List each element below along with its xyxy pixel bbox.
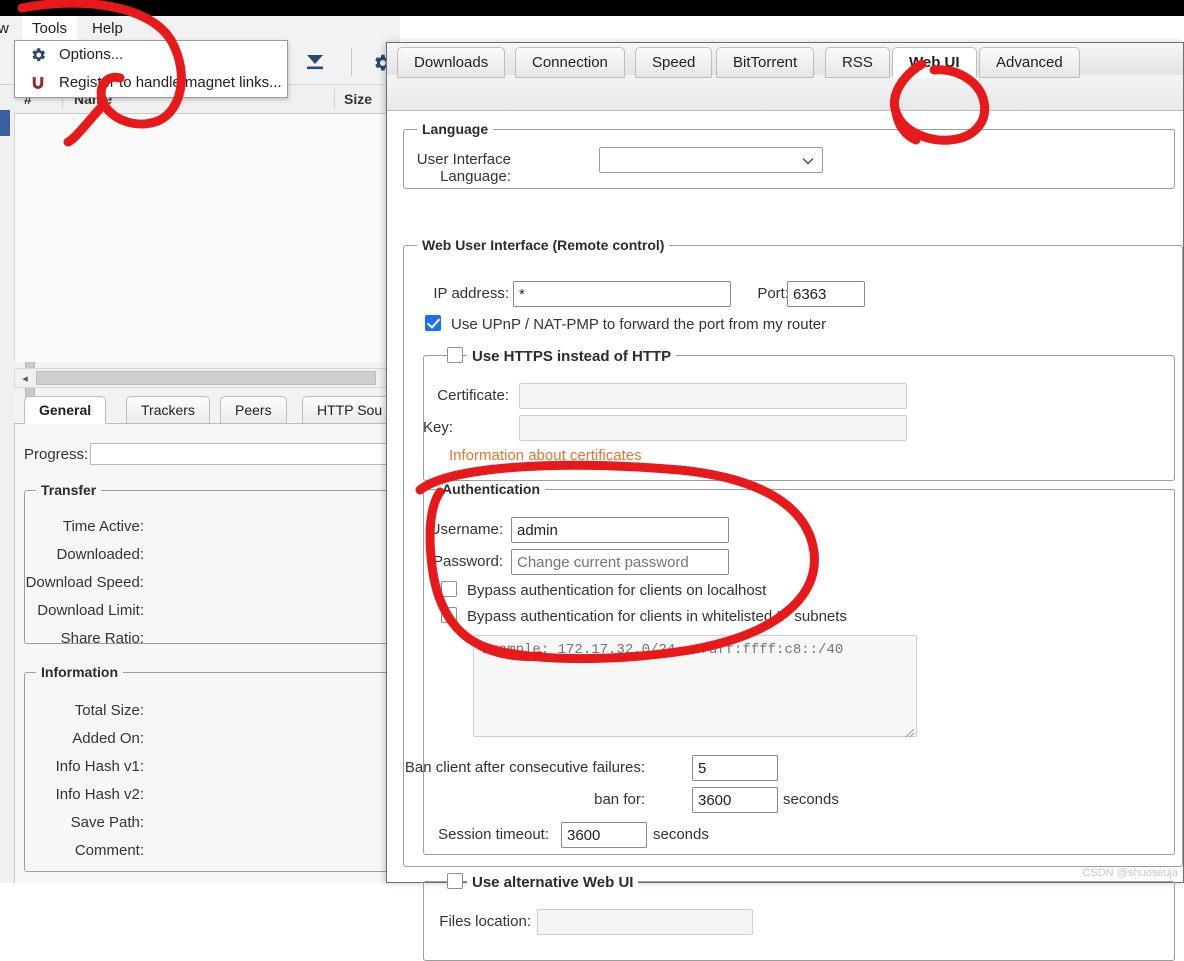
tab-downloads[interactable]: Downloads — [397, 47, 505, 78]
dialog-body: Language User Interface Language: Web Us… — [387, 111, 1183, 882]
tab-bittorrent[interactable]: BitTorrent — [716, 47, 814, 78]
alt-webui-checkbox[interactable] — [447, 873, 463, 889]
gear-icon — [29, 46, 47, 64]
scroll-left-arrow-icon[interactable]: ◂ — [16, 370, 34, 386]
download-icon[interactable] — [302, 52, 328, 74]
toolbar-separator — [351, 48, 352, 76]
dialog-tabstrip — [387, 75, 1183, 111]
tab-web-ui[interactable]: Web UI — [892, 47, 977, 78]
label-ui-language: User Interface Language: — [405, 151, 511, 185]
session-timeout-input[interactable] — [561, 822, 647, 848]
chevron-down-icon — [802, 154, 814, 166]
ban-failures-input[interactable] — [692, 755, 778, 781]
label-ban-failures: Ban client after consecutive failures: — [395, 759, 645, 776]
progress-label: Progress: — [24, 442, 88, 468]
ban-for-unit: seconds — [783, 791, 839, 808]
torrent-list-body[interactable] — [14, 112, 401, 362]
column-header-size[interactable]: Size — [344, 85, 372, 113]
label-total-size: Total Size: — [0, 702, 144, 719]
sidebar-rail — [0, 42, 14, 883]
bypass-localhost-label[interactable]: Bypass authentication for clients on loc… — [467, 582, 766, 599]
label-save-path: Save Path: — [0, 814, 144, 831]
label-key: Key: — [423, 419, 509, 436]
top-black-strip — [0, 0, 1184, 16]
upnp-checkbox[interactable] — [425, 315, 441, 331]
transfer-group-title: Transfer — [36, 482, 101, 498]
webui-group-title: Web User Interface (Remote control) — [417, 237, 669, 253]
authentication-group-title: Authentication — [437, 481, 545, 497]
menu-item-options[interactable]: Options... — [15, 41, 287, 69]
label-ban-for: ban for: — [527, 791, 645, 808]
bypass-subnets-checkbox[interactable] — [441, 607, 457, 623]
certificate-input[interactable] — [519, 383, 907, 409]
tab-http-sources[interactable]: HTTP Sou — [302, 396, 397, 424]
magnet-icon — [29, 74, 47, 92]
key-input[interactable] — [519, 415, 907, 441]
label-added-on: Added On: — [0, 730, 144, 747]
transfer-group — [24, 490, 400, 644]
port-input[interactable] — [787, 281, 865, 307]
sidebar-selected-indicator[interactable] — [0, 110, 10, 136]
menu-tools[interactable]: Tools — [22, 16, 77, 42]
whitelisted-subnets-textarea[interactable] — [473, 635, 917, 737]
label-downloaded: Downloaded: — [0, 546, 144, 563]
screen: w Tools Help Options... Register to hand… — [0, 0, 1184, 883]
upnp-label[interactable]: Use UPnP / NAT-PMP to forward the port f… — [451, 316, 826, 333]
menu-view[interactable]: w — [0, 16, 19, 42]
label-info-hash-v2: Info Hash v2: — [0, 786, 144, 803]
tab-advanced[interactable]: Advanced — [979, 47, 1080, 78]
https-group-title[interactable]: Use HTTPS instead of HTTP — [467, 348, 676, 365]
label-port: Port: — [743, 285, 789, 302]
https-checkbox[interactable] — [447, 347, 463, 363]
detail-tabstrip: General Trackers Peers HTTP Sou — [14, 396, 400, 424]
password-input[interactable] — [511, 549, 729, 575]
files-location-input[interactable] — [537, 909, 753, 935]
horizontal-scrollbar[interactable]: ◂ — [14, 368, 400, 388]
ui-language-select[interactable] — [599, 147, 823, 173]
label-download-speed: Download Speed: — [0, 574, 144, 591]
tab-peers[interactable]: Peers — [220, 396, 287, 424]
options-dialog: Options Downloads Connection Speed BitTo… — [386, 42, 1184, 883]
label-password: Password: — [427, 553, 503, 570]
alt-webui-group — [423, 881, 1175, 961]
scrollbar-thumb[interactable] — [36, 371, 376, 385]
session-timeout-unit: seconds — [653, 826, 709, 843]
label-time-active: Time Active: — [0, 518, 144, 535]
label-certificate: Certificate: — [423, 387, 509, 404]
label-username: Username: — [427, 521, 503, 538]
resize-grip-icon — [905, 725, 915, 742]
menu-help[interactable]: Help — [82, 16, 133, 42]
tab-general[interactable]: General — [24, 396, 106, 424]
label-download-limit: Download Limit: — [0, 602, 144, 619]
language-group-title: Language — [417, 121, 493, 137]
bypass-subnets-label[interactable]: Bypass authentication for clients in whi… — [467, 608, 847, 625]
menu-item-register-magnet-label: Register to handle magnet links... — [59, 74, 282, 91]
label-files-location: Files location: — [423, 913, 531, 930]
column-divider[interactable] — [334, 89, 335, 109]
tab-trackers[interactable]: Trackers — [126, 396, 210, 424]
ban-for-input[interactable] — [692, 787, 778, 813]
progress-bar — [90, 443, 410, 465]
information-group-title: Information — [36, 664, 123, 680]
tab-connection[interactable]: Connection — [515, 47, 625, 78]
bypass-localhost-checkbox[interactable] — [441, 581, 457, 597]
label-comment: Comment: — [0, 842, 144, 859]
tab-rss[interactable]: RSS — [825, 47, 890, 78]
username-input[interactable] — [511, 517, 729, 543]
tools-dropdown-menu: Options... Register to handle magnet lin… — [14, 40, 288, 98]
label-session-timeout: Session timeout: — [405, 826, 549, 843]
menu-item-register-magnet[interactable]: Register to handle magnet links... — [15, 69, 287, 97]
ip-address-input[interactable] — [513, 281, 731, 307]
tab-speed[interactable]: Speed — [635, 47, 712, 78]
label-share-ratio: Share Ratio: — [0, 630, 144, 647]
menu-item-options-label: Options... — [59, 46, 123, 63]
progress-row: Progress: — [24, 442, 400, 468]
watermark: CSDN @shuoseuja — [1082, 867, 1178, 879]
label-ip-address: IP address: — [403, 285, 509, 302]
label-info-hash-v1: Info Hash v1: — [0, 758, 144, 775]
certificates-info-link[interactable]: Information about certificates — [449, 447, 642, 464]
